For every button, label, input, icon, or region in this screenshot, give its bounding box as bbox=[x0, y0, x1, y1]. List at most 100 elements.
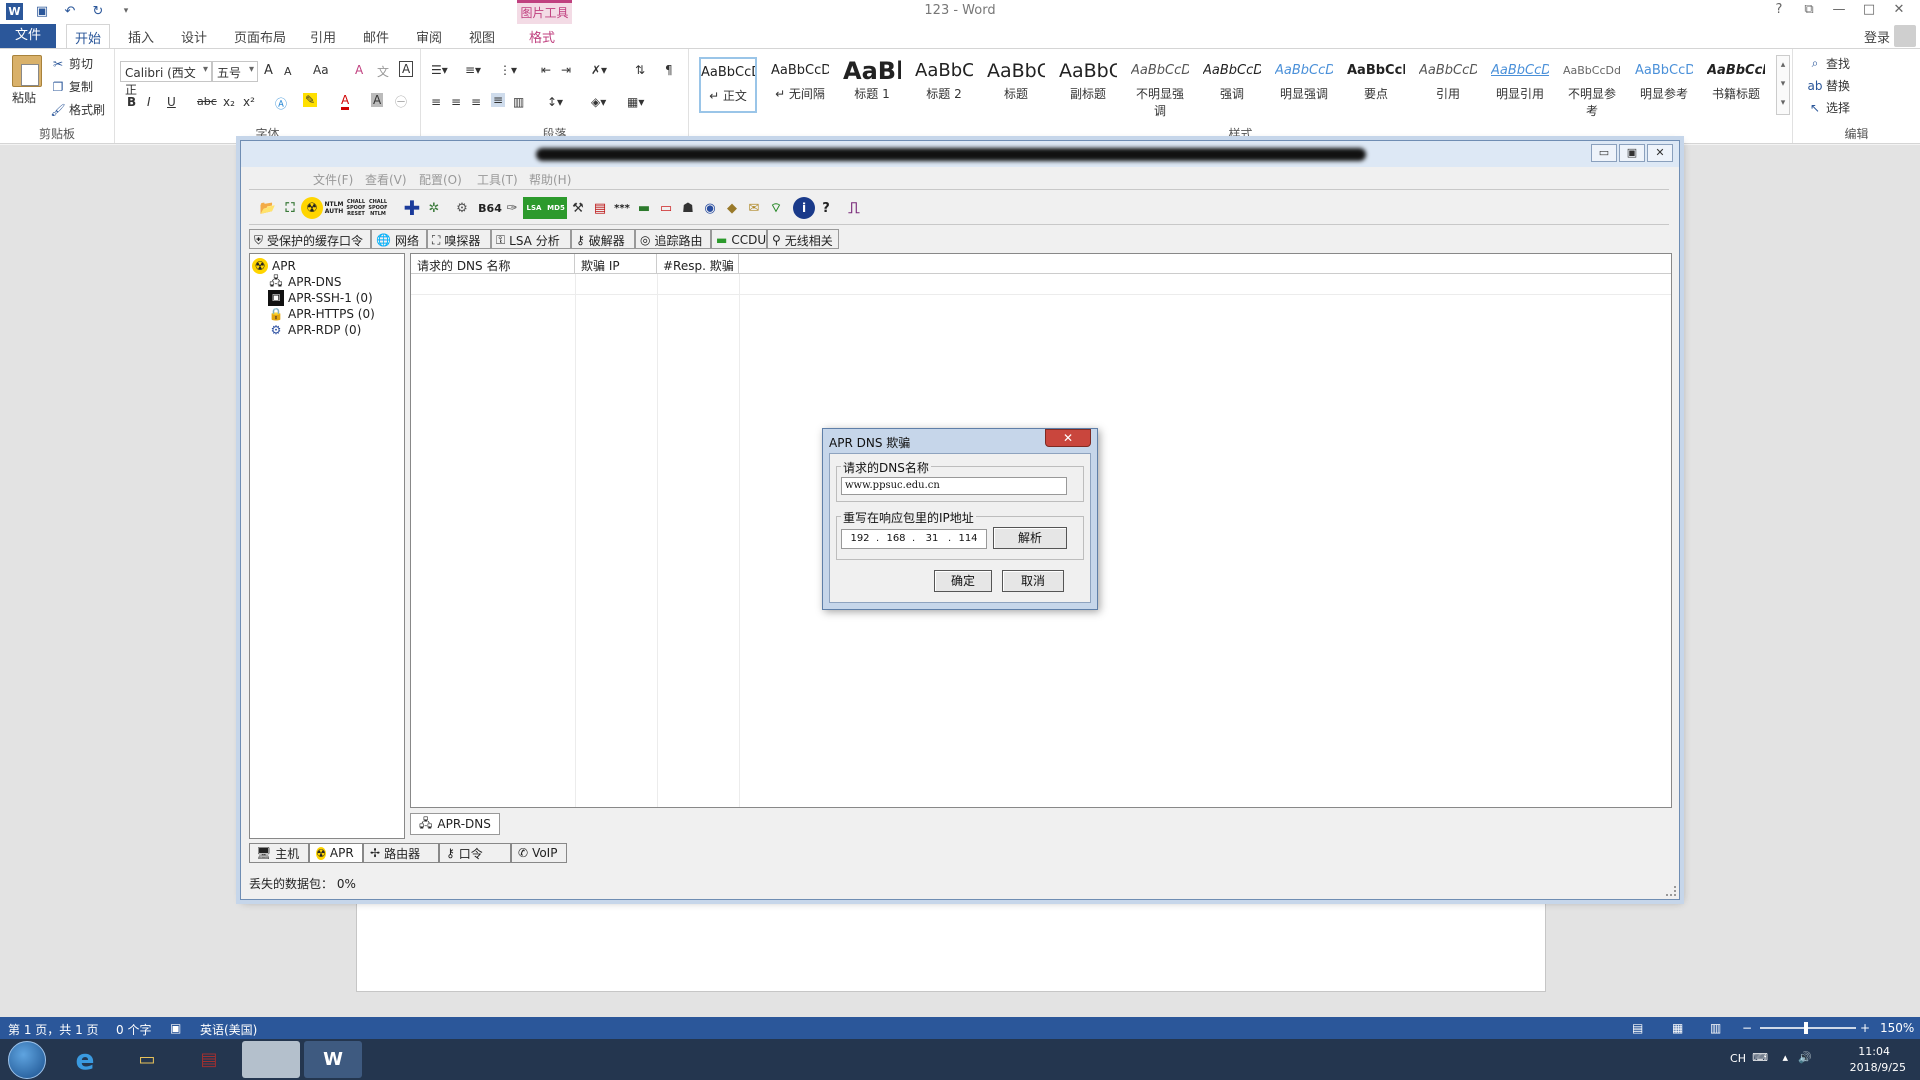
zoom-level[interactable]: 150% bbox=[1880, 1021, 1914, 1035]
tray-expand-icon[interactable]: ▴ bbox=[1782, 1051, 1788, 1064]
style-item[interactable]: AaBbCcDd 强调 bbox=[1203, 57, 1261, 113]
help-icon[interactable]: ? bbox=[1764, 2, 1794, 17]
input-language[interactable]: CH bbox=[1730, 1052, 1746, 1065]
start-button[interactable] bbox=[8, 1041, 46, 1079]
menu-config[interactable]: 配置(O) bbox=[419, 171, 462, 188]
style-item[interactable]: AaBbC 标题 bbox=[987, 57, 1045, 113]
base64-icon[interactable]: B64 bbox=[478, 197, 502, 219]
close-icon[interactable]: ✕ bbox=[1884, 2, 1914, 17]
tab-traceroute[interactable]: ◎ 追踪路由 bbox=[635, 229, 711, 249]
file-explorer-icon[interactable]: ▭ bbox=[118, 1041, 176, 1078]
minimize-icon[interactable]: — bbox=[1824, 2, 1854, 17]
clock-date[interactable]: 2018/9/25 bbox=[1850, 1061, 1906, 1074]
chinese-layout-icon[interactable]: ✗▾ bbox=[591, 63, 607, 77]
cain-close-icon[interactable]: ✕ bbox=[1647, 144, 1673, 162]
column-spoof-ip[interactable]: 欺骗 IP bbox=[575, 254, 657, 274]
ok-button[interactable]: 确定 bbox=[934, 570, 992, 592]
tab-apr[interactable]: ☢ APR bbox=[309, 843, 363, 863]
tab-sniffer[interactable]: ⛶ 嗅探器 bbox=[427, 229, 491, 249]
select-button[interactable]: ↖ 选择 bbox=[1807, 99, 1850, 116]
zoom-out-icon[interactable]: − bbox=[1742, 1021, 1752, 1035]
tab-references[interactable]: 引用 bbox=[310, 27, 336, 46]
copy-button[interactable]: ❐ 复制 bbox=[50, 78, 93, 95]
highlight-icon[interactable]: ✎ bbox=[303, 93, 318, 107]
style-item[interactable]: AaBbCcDd 不明显强调 bbox=[1131, 57, 1189, 118]
network-icon[interactable]: ⛶ bbox=[279, 197, 301, 219]
subtab-apr-dns[interactable]: 🖧 APR-DNS bbox=[410, 813, 500, 835]
volume-icon[interactable]: 🔊 bbox=[1798, 1051, 1812, 1064]
replace-button[interactable]: ab 替换 bbox=[1807, 77, 1851, 94]
tab-insert[interactable]: 插入 bbox=[128, 27, 154, 46]
add-icon[interactable]: ✚ bbox=[401, 196, 423, 220]
winrar-icon[interactable]: ▤ bbox=[180, 1041, 238, 1078]
disk-icon[interactable]: ◆ bbox=[721, 197, 743, 219]
bold-button[interactable]: B bbox=[127, 95, 136, 109]
monitor-icon[interactable]: ▬ bbox=[633, 197, 655, 219]
decrease-indent-icon[interactable]: ⇤ bbox=[541, 63, 551, 77]
font-color-icon[interactable]: A bbox=[341, 93, 350, 110]
help-icon[interactable]: ? bbox=[815, 197, 837, 219]
ip-address-input[interactable]: 192 . 168 . 31 . 114 bbox=[841, 529, 987, 549]
chall-spoof-ntlm-icon[interactable]: CHALL SPOOF NTLM bbox=[367, 197, 389, 219]
tree-node-apr-https[interactable]: 🔒 APR-HTTPS (0) bbox=[268, 306, 375, 322]
char-shading-icon[interactable]: A bbox=[371, 93, 384, 107]
menu-view[interactable]: 查看(V) bbox=[365, 171, 407, 188]
language-status[interactable]: 英语(美国) bbox=[200, 1021, 257, 1038]
exit-icon[interactable]: ⎍ bbox=[843, 197, 865, 219]
tab-routers[interactable]: ✢ 路由器 bbox=[363, 843, 439, 863]
paste-button[interactable]: 粘贴 bbox=[12, 89, 36, 106]
cancel-button[interactable]: 取消 bbox=[1002, 570, 1064, 592]
tab-file[interactable]: 文件 bbox=[0, 24, 56, 48]
ribbon-display-icon[interactable]: ⧉ bbox=[1794, 2, 1824, 17]
keyboard-icon[interactable]: ⌨ bbox=[1752, 1051, 1768, 1064]
superscript-button[interactable]: x² bbox=[243, 95, 255, 109]
blank-window-icon[interactable] bbox=[242, 1041, 300, 1078]
column-resp-spoofed[interactable]: #Resp. 欺骗 bbox=[657, 254, 739, 274]
change-case-button[interactable]: Aa bbox=[313, 63, 329, 77]
multilevel-list-icon[interactable]: ⋮▾ bbox=[499, 63, 517, 77]
style-item[interactable]: AaBbCcDdI 不明显参考 bbox=[1563, 57, 1621, 118]
shading-icon[interactable]: ◈▾ bbox=[591, 95, 606, 109]
zoom-slider-thumb[interactable] bbox=[1804, 1022, 1808, 1034]
device-icon[interactable]: ▭ bbox=[655, 197, 677, 219]
column-dns-name[interactable]: 请求的 DNS 名称 bbox=[411, 254, 575, 274]
find-button[interactable]: ⌕ 查找 bbox=[1807, 55, 1850, 72]
certificate-icon[interactable]: ✲ bbox=[423, 197, 445, 219]
text-effects-icon[interactable]: Ⓐ bbox=[275, 95, 287, 112]
style-item[interactable]: AaBbCcDd 要点 bbox=[1347, 57, 1405, 113]
tab-ccdu[interactable]: ▬ CCDU bbox=[711, 229, 767, 249]
user-icon[interactable]: ☗ bbox=[677, 197, 699, 219]
resize-grip[interactable] bbox=[1666, 886, 1676, 896]
tab-wireless[interactable]: ⚲ 无线相关 bbox=[767, 229, 839, 249]
info-icon[interactable]: i bbox=[793, 197, 815, 219]
word-count[interactable]: 0 个字 bbox=[116, 1021, 151, 1038]
subscript-button[interactable]: x₂ bbox=[223, 95, 235, 109]
style-item[interactable]: AaBbCcDd 明显强调 bbox=[1275, 57, 1333, 113]
tree-node-apr-ssh[interactable]: ▣ APR-SSH-1 (0) bbox=[268, 290, 373, 306]
word-icon[interactable]: W bbox=[304, 1041, 362, 1078]
tab-hosts[interactable]: 🖥 主机 bbox=[249, 843, 309, 863]
font-size-combo[interactable]: 五号 bbox=[212, 61, 258, 82]
phonetic-guide-button[interactable]: 文 bbox=[377, 63, 389, 80]
radiation-icon[interactable]: ☢ bbox=[301, 197, 323, 219]
chall-spoof-reset-icon[interactable]: CHALL SPOOF RESET bbox=[345, 197, 367, 219]
tree-node-apr-dns[interactable]: 🖧 APR-DNS bbox=[268, 274, 341, 290]
print-layout-icon[interactable]: ▦ bbox=[1672, 1021, 1683, 1035]
align-right-icon[interactable]: ≡ bbox=[471, 95, 481, 109]
tab-layout[interactable]: 页面布局 bbox=[234, 27, 286, 46]
cut-button[interactable]: ✂ 剪切 bbox=[50, 55, 93, 72]
paste-icon[interactable] bbox=[12, 55, 42, 87]
enclose-char-icon[interactable]: ㊀ bbox=[395, 93, 407, 110]
tab-format[interactable]: 格式 bbox=[529, 27, 555, 46]
credential-icon[interactable]: ✉ bbox=[743, 197, 765, 219]
proofing-icon[interactable]: ▣ bbox=[170, 1021, 181, 1035]
style-item[interactable]: AaBbCcDd ↵ 正文 bbox=[699, 57, 757, 113]
tree-node-apr-rdp[interactable]: ⚙ APR-RDP (0) bbox=[268, 322, 362, 338]
tab-cached-passwords[interactable]: ⛨ 受保护的缓存口令 bbox=[249, 229, 371, 249]
style-item[interactable]: AaBbCcDd 引用 bbox=[1419, 57, 1477, 113]
restore-icon[interactable]: □ bbox=[1854, 2, 1884, 17]
cain-maximize-icon[interactable]: ▣ bbox=[1619, 144, 1645, 162]
sort-icon[interactable]: ⇅ bbox=[635, 63, 645, 77]
char-border-button[interactable]: A bbox=[399, 61, 414, 77]
style-item[interactable]: AaBbC 标题 2 bbox=[915, 57, 973, 113]
